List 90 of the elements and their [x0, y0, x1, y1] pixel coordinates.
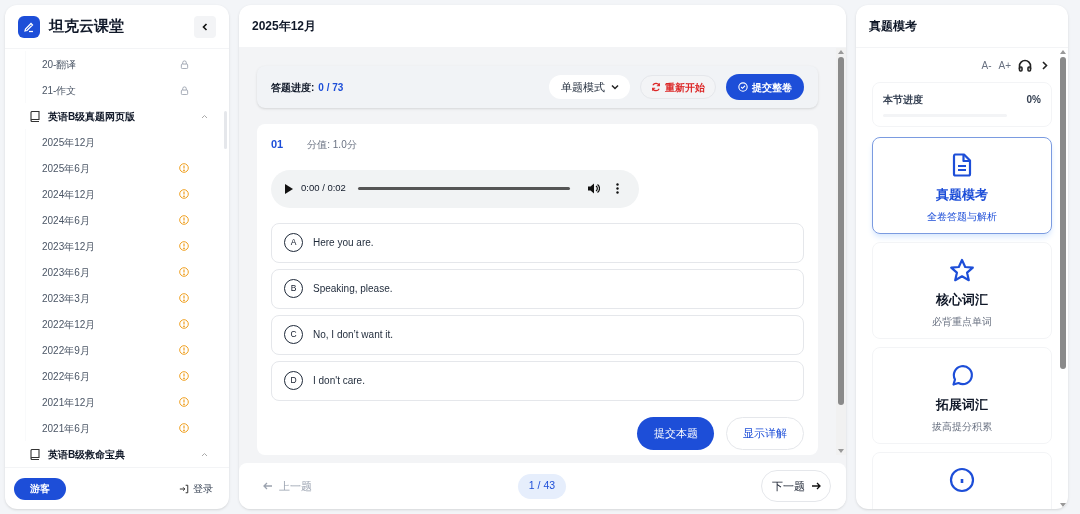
answer-option[interactable]: A Here you are. — [271, 222, 804, 263]
scrollbar[interactable] — [836, 48, 846, 455]
question-number: 01 — [271, 137, 284, 152]
warning-icon — [179, 397, 189, 407]
submit-paper-button[interactable]: 提交整卷 — [726, 74, 804, 100]
sidebar-item[interactable]: 2021年12月 — [25, 389, 229, 415]
sidebar-item[interactable]: 2022年12月 — [25, 311, 229, 337]
page-title: 2025年12月 — [252, 18, 317, 35]
sidebar-item[interactable]: 2025年6月 — [25, 155, 229, 181]
guest-button[interactable]: 游客 — [14, 477, 66, 500]
lock-icon — [180, 59, 189, 69]
login-link[interactable]: 登录 — [179, 481, 213, 496]
headphones-icon[interactable] — [1018, 58, 1032, 72]
restart-button[interactable]: 重新开始 — [640, 75, 716, 99]
warning-icon — [179, 163, 189, 173]
login-icon — [179, 483, 189, 494]
scroll-up-icon[interactable] — [838, 50, 844, 54]
brand-title: 坦克云课堂 — [49, 16, 124, 37]
submit-question-button[interactable]: 提交本题 — [637, 416, 714, 450]
warning-icon — [179, 189, 189, 199]
chevron-up-icon — [201, 451, 208, 457]
feature-card[interactable]: 拓展词汇 拔高提分积累 — [872, 347, 1052, 444]
check-circle-icon — [738, 82, 748, 92]
progress-value: 0 / 73 — [318, 80, 344, 95]
card-title: 拓展词汇 — [936, 396, 988, 414]
circle-icon — [949, 467, 975, 493]
warning-icon — [179, 319, 189, 329]
book-icon — [30, 110, 40, 122]
chevron-up-icon — [201, 113, 208, 119]
warning-icon — [179, 423, 189, 433]
mode-dropdown[interactable]: 单题模式 — [549, 75, 630, 99]
sidebar-item[interactable]: 2021年6月 — [25, 415, 229, 441]
sidebar-item[interactable]: 2024年12月 — [25, 181, 229, 207]
font-smaller-button[interactable]: A- — [981, 57, 992, 73]
document-icon — [952, 153, 972, 177]
card-subtitle: 全卷答题与解析 — [927, 209, 997, 224]
question-score: 分值: 1.0分 — [307, 137, 357, 152]
progress-label: 答题进度: — [271, 80, 315, 95]
book-icon — [30, 448, 40, 460]
volume-icon[interactable] — [587, 183, 600, 194]
answer-option[interactable]: D I don't care. — [271, 360, 804, 401]
sidebar-item[interactable]: 2022年6月 — [25, 363, 229, 389]
sidebar-item[interactable]: 2024年6月 — [25, 207, 229, 233]
sidebar-section[interactable]: 英语B级救命宝典 — [5, 441, 229, 467]
card-subtitle: 必背重点单词 — [932, 314, 992, 329]
answer-option[interactable]: C No, I don’t want it. — [271, 314, 804, 355]
warning-icon — [179, 215, 189, 225]
chevron-left-icon — [200, 21, 210, 32]
arrow-left-icon — [263, 482, 273, 490]
scrollbar[interactable] — [1058, 48, 1068, 509]
star-icon — [949, 257, 975, 283]
sidebar-item[interactable]: 20-翻译 — [25, 51, 229, 77]
sidebar-item[interactable]: 2022年9月 — [25, 337, 229, 363]
card-title: 真题模考 — [936, 186, 988, 204]
warning-icon — [179, 267, 189, 277]
refresh-icon — [651, 82, 661, 92]
answer-option[interactable]: B Speaking, please. — [271, 268, 804, 309]
speech-bubble-icon — [950, 363, 974, 387]
card-title: 核心词汇 — [936, 291, 988, 309]
warning-icon — [179, 241, 189, 251]
warning-icon — [179, 293, 189, 303]
scroll-up-icon[interactable] — [1060, 50, 1066, 54]
sidebar-item[interactable]: 2023年6月 — [25, 259, 229, 285]
page-indicator: 1 / 43 — [518, 473, 566, 499]
card-subtitle: 拔高提分积累 — [932, 419, 992, 434]
play-icon[interactable] — [285, 183, 293, 194]
lock-icon — [180, 85, 189, 95]
font-larger-button[interactable]: A+ — [998, 57, 1011, 73]
progress-label: 本节进度 — [883, 93, 923, 107]
scroll-down-icon[interactable] — [838, 449, 844, 453]
sidebar-item[interactable]: 21-作文 — [25, 77, 229, 103]
audio-time: 0:00 / 0:02 — [301, 181, 346, 196]
collapse-button[interactable] — [194, 15, 216, 38]
progress-percent: 0% — [1026, 93, 1041, 107]
feature-card[interactable]: 核心词汇 必背重点单词 — [872, 242, 1052, 339]
sidebar-section[interactable]: 英语B级真题网页版 — [5, 103, 229, 129]
feature-card[interactable]: 真题模考 全卷答题与解析 — [872, 137, 1052, 234]
warning-icon — [179, 345, 189, 355]
show-details-button[interactable]: 显示详解 — [726, 416, 804, 450]
arrow-right-icon — [810, 482, 821, 490]
audio-player[interactable]: 0:00 / 0:02 — [271, 169, 639, 208]
warning-icon — [179, 371, 189, 381]
chevron-right-icon[interactable] — [1042, 60, 1048, 70]
chevron-down-icon — [610, 84, 619, 90]
pencil-logo-icon — [18, 15, 40, 38]
more-options-icon[interactable] — [615, 183, 619, 194]
sidebar-item[interactable]: 2023年12月 — [25, 233, 229, 259]
sidebar-item[interactable]: 2023年3月 — [25, 285, 229, 311]
panel-title: 真题模考 — [869, 18, 917, 35]
scroll-down-icon[interactable] — [1060, 503, 1066, 507]
